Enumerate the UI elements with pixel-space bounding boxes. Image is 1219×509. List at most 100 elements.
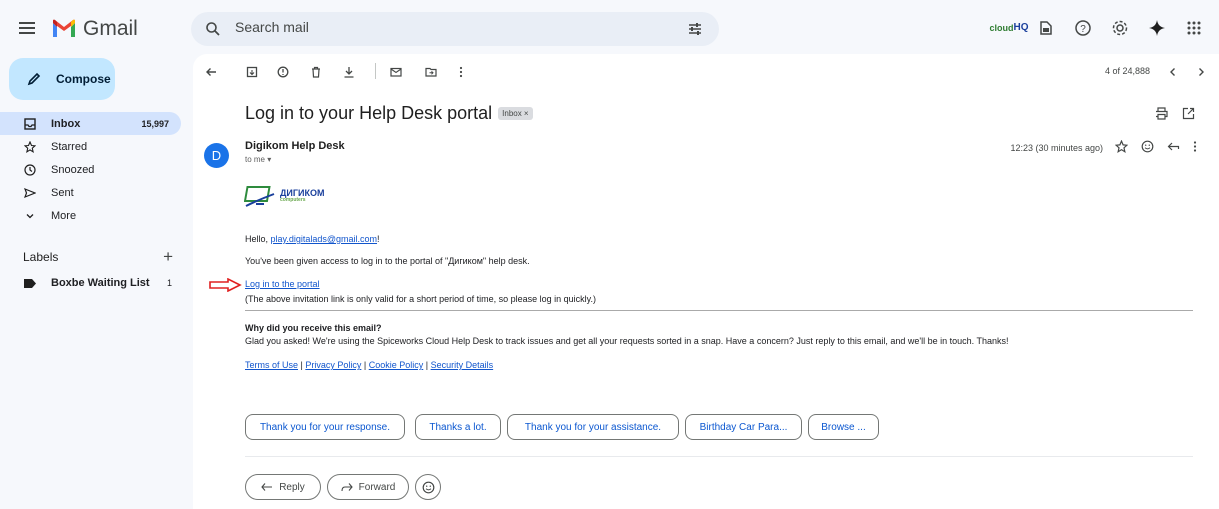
label-tag-icon	[24, 278, 36, 288]
more-vert-icon[interactable]	[453, 64, 469, 80]
gmail-m-icon	[53, 19, 75, 37]
smart-reply-button[interactable]: Thanks a lot.	[415, 414, 501, 440]
labels-header: Labels +	[23, 247, 173, 267]
label-count: 1	[166, 278, 172, 288]
digikom-wordmark: ДИГИКОМ computers	[280, 189, 324, 204]
login-portal-link[interactable]: Log in to the portal	[245, 279, 320, 289]
open-new-window-icon[interactable]	[1182, 107, 1195, 120]
toolbar-divider	[375, 63, 376, 79]
mark-unread-icon[interactable]	[388, 64, 404, 80]
greeting-prefix: Hello,	[245, 234, 271, 244]
greeting-line: Hello, play.digitalads@gmail.com!	[245, 234, 380, 244]
smart-reply-button[interactable]: Thank you for your response.	[245, 414, 405, 440]
reply-icon	[261, 483, 273, 491]
recipient-details[interactable]: to me ▾	[245, 155, 271, 164]
greeting-suffix: !	[377, 234, 380, 244]
newer-chevron-icon[interactable]	[1165, 64, 1181, 80]
forward-icon	[341, 483, 353, 492]
sidebar-item-label: Starred	[51, 140, 88, 153]
message-subject: Log in to your Help Desk portal Inbox ×	[245, 103, 533, 124]
more-vert-icon[interactable]	[1193, 140, 1197, 153]
print-icon[interactable]	[1155, 107, 1168, 120]
logo-subtext: computers	[280, 197, 306, 203]
older-chevron-icon[interactable]	[1193, 64, 1209, 80]
why-title: Why did you receive this email?	[245, 323, 382, 333]
sidebar-item-label: More	[51, 209, 77, 222]
access-line: You've been given access to log in to th…	[245, 256, 530, 266]
forward-button[interactable]: Forward	[327, 474, 409, 500]
label-name: Boxbe Waiting List	[51, 277, 150, 289]
move-to-icon[interactable]	[423, 64, 439, 80]
search-bar[interactable]	[191, 12, 719, 46]
download-icon[interactable]	[341, 64, 357, 80]
message-actions	[1115, 140, 1197, 153]
apps-grid-icon[interactable]	[1183, 17, 1205, 39]
sidebar-item-sent[interactable]: Sent	[0, 181, 181, 204]
top-bar: Gmail cloudHQ ?	[0, 0, 1219, 58]
gmail-logo[interactable]: Gmail	[51, 17, 138, 41]
svg-text:?: ?	[1080, 24, 1086, 35]
smart-reply-button[interactable]: Browse ...	[808, 414, 879, 440]
search-input[interactable]	[235, 19, 635, 35]
archive-icon[interactable]	[244, 64, 260, 80]
terms-link[interactable]: Terms of Use	[245, 360, 298, 370]
divider	[245, 456, 1193, 457]
add-label-button[interactable]: +	[163, 247, 173, 267]
validity-note: (The above invitation link is only valid…	[245, 294, 597, 304]
login-portal-link-row: Log in to the portal	[245, 279, 320, 289]
cloudhq-bottom: HQ	[1013, 22, 1029, 33]
label-boxbe-waiting-list[interactable]: Boxbe Waiting List 1	[24, 277, 178, 289]
emoji-icon	[422, 481, 434, 493]
emoji-reaction-button[interactable]	[415, 474, 441, 500]
delete-icon[interactable]	[308, 64, 324, 80]
sidebar-item-more[interactable]: More	[0, 204, 181, 227]
sidebar-nav: Inbox 15,997 Starred Snoozed Sent More	[0, 112, 181, 227]
subject-actions	[1155, 107, 1195, 120]
emoji-react-icon[interactable]	[1141, 140, 1154, 153]
reply-button[interactable]: Reply	[245, 474, 321, 500]
back-arrow-icon[interactable]	[203, 64, 219, 80]
privacy-link[interactable]: Privacy Policy	[305, 360, 361, 370]
smart-reply-button[interactable]: Thank you for your assistance.	[507, 414, 679, 440]
cookie-link[interactable]: Cookie Policy	[369, 360, 424, 370]
search-icon[interactable]	[205, 21, 221, 37]
smart-reply-button[interactable]: Birthday Car Para...	[685, 414, 802, 440]
forward-label: Forward	[358, 481, 396, 493]
compose-button[interactable]: Compose	[9, 58, 115, 100]
red-arrow-annotation	[209, 278, 242, 292]
sender-avatar[interactable]: D	[204, 143, 229, 168]
compose-label: Compose	[56, 72, 111, 86]
docs-icon[interactable]	[1035, 17, 1057, 39]
monitor-logo-icon	[244, 186, 275, 207]
pagination-count: 4 of 24,888	[1104, 66, 1150, 76]
settings-gear-icon[interactable]	[1109, 17, 1131, 39]
search-options-icon[interactable]	[687, 21, 703, 37]
sender-name[interactable]: Digikom Help Desk	[245, 140, 345, 152]
cloudhq-icon[interactable]: cloud HQ	[990, 17, 1029, 39]
star-icon[interactable]	[1115, 140, 1128, 153]
sidebar-item-label: Sent	[51, 186, 74, 199]
app-name: Gmail	[83, 17, 138, 40]
recipient-email-link[interactable]: play.digitalads@gmail.com	[271, 234, 378, 244]
sidebar-item-inbox[interactable]: Inbox 15,997	[0, 112, 181, 135]
main-menu-button[interactable]	[19, 19, 39, 39]
report-spam-icon[interactable]	[275, 64, 291, 80]
message-panel: 4 of 24,888 Log in to your Help Desk por…	[193, 54, 1219, 509]
inbox-icon	[24, 117, 36, 130]
link-separator: |	[423, 360, 431, 370]
help-icon[interactable]: ?	[1072, 17, 1094, 39]
gemini-sparkle-icon[interactable]	[1146, 17, 1168, 39]
sidebar-item-starred[interactable]: Starred	[0, 135, 181, 158]
cloudhq-top: cloud	[989, 23, 1014, 33]
footer-links: Terms of Use | Privacy Policy | Cookie P…	[245, 360, 493, 370]
clock-icon	[24, 163, 36, 176]
subject-text: Log in to your Help Desk portal	[245, 103, 493, 123]
link-separator: |	[361, 360, 369, 370]
pencil-icon	[27, 72, 41, 86]
security-link[interactable]: Security Details	[431, 360, 494, 370]
message-toolbar: 4 of 24,888	[193, 54, 1219, 88]
inbox-label-chip[interactable]: Inbox ×	[498, 107, 533, 120]
chevron-down-icon	[26, 213, 34, 218]
reply-icon[interactable]	[1167, 140, 1180, 153]
sidebar-item-snoozed[interactable]: Snoozed	[0, 158, 181, 181]
